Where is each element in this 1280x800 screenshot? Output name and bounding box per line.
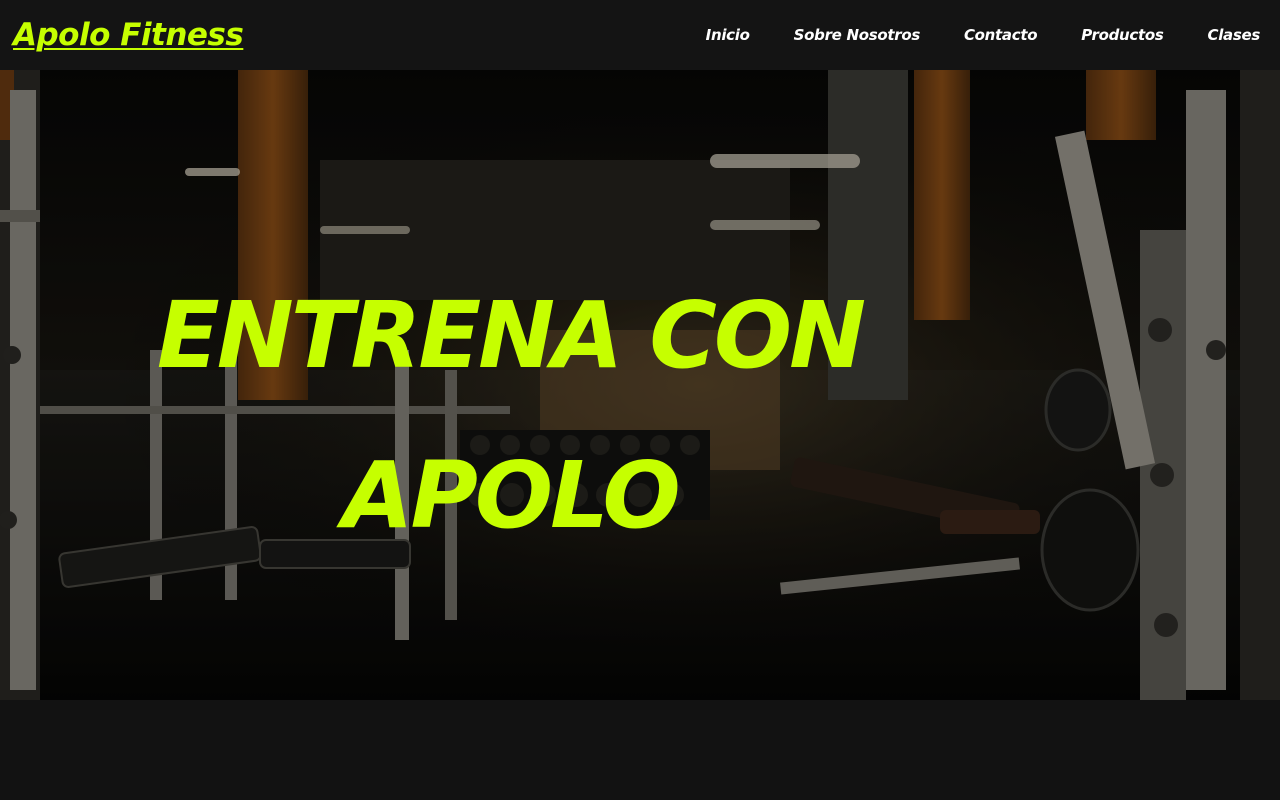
hero-section: ENTRENA CON APOLO bbox=[0, 70, 1280, 700]
nav-link-clases[interactable]: Clases bbox=[1207, 26, 1260, 44]
page-bottom-area bbox=[0, 700, 1280, 800]
nav-link-contacto[interactable]: Contacto bbox=[964, 26, 1038, 44]
hero-title: ENTRENA CON APOLO bbox=[156, 282, 866, 549]
nav-link-inicio[interactable]: Inicio bbox=[706, 26, 750, 44]
main-nav: Inicio Sobre Nosotros Contacto Productos… bbox=[662, 26, 1261, 44]
nav-link-sobre-nosotros[interactable]: Sobre Nosotros bbox=[794, 26, 921, 44]
nav-link-productos[interactable]: Productos bbox=[1081, 26, 1164, 44]
brand-logo-link[interactable]: Apolo Fitness bbox=[13, 17, 244, 53]
top-navbar: Apolo Fitness Inicio Sobre Nosotros Cont… bbox=[0, 0, 1280, 70]
